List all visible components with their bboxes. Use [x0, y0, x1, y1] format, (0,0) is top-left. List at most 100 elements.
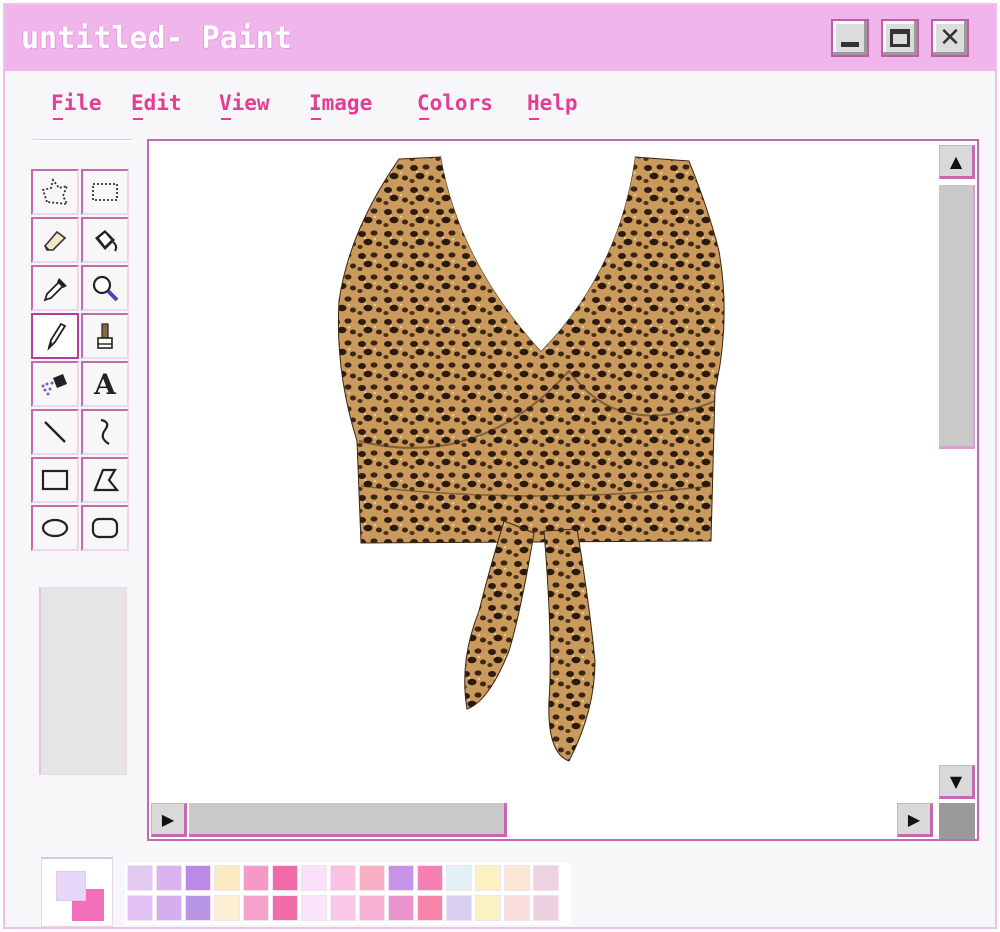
ellipse-icon [41, 518, 69, 538]
minimize-button[interactable] [831, 19, 869, 57]
menu-help[interactable]: Help [527, 91, 578, 120]
color-swatch[interactable] [446, 895, 472, 921]
close-button[interactable]: ✕ [931, 19, 969, 57]
tool-polygon[interactable] [81, 457, 129, 503]
color-swatch[interactable] [533, 895, 559, 921]
scrollbar-corner [939, 803, 975, 839]
menu-image[interactable]: Image [309, 91, 372, 120]
color-swatch[interactable] [156, 865, 182, 891]
current-colors[interactable] [41, 857, 113, 927]
minimize-icon [841, 41, 859, 47]
color-swatch[interactable] [504, 865, 530, 891]
foreground-color-swatch[interactable] [56, 871, 86, 901]
tool-pencil[interactable] [31, 313, 79, 359]
rectangle-icon [41, 469, 69, 491]
color-swatch[interactable] [330, 895, 356, 921]
tool-options-panel[interactable] [39, 587, 127, 775]
window-title: untitled- Paint [21, 21, 292, 56]
tool-line[interactable] [31, 409, 79, 455]
maximize-button[interactable] [881, 19, 919, 57]
color-swatch[interactable] [330, 865, 356, 891]
brush-icon [97, 323, 113, 349]
vertical-scrollbar[interactable]: ▲ ▼ [937, 141, 977, 803]
arrow-left-icon: ▶ [161, 809, 175, 829]
color-swatch[interactable] [417, 895, 443, 921]
color-swatch[interactable] [185, 895, 211, 921]
maximize-icon [890, 29, 910, 47]
color-swatch[interactable] [127, 895, 153, 921]
color-swatch[interactable] [185, 865, 211, 891]
scroll-down-button[interactable]: ▼ [939, 765, 975, 799]
tool-free-form-select[interactable] [31, 169, 79, 215]
canvas-frame: ▲ ▼ ▶ ▶ [147, 139, 979, 841]
color-swatch[interactable] [359, 865, 385, 891]
scroll-left-button[interactable]: ▶ [151, 803, 187, 837]
line-icon [44, 421, 66, 443]
color-swatch[interactable] [475, 895, 501, 921]
color-swatch[interactable] [214, 865, 240, 891]
tool-airbrush[interactable] [31, 361, 79, 407]
rectangle-select-icon [92, 183, 118, 201]
color-picker-icon [43, 278, 67, 302]
scroll-right-button[interactable]: ▶ [897, 803, 933, 837]
pencil-icon [47, 322, 67, 351]
scroll-up-button[interactable]: ▲ [939, 145, 975, 179]
tool-ellipse[interactable] [31, 505, 79, 551]
close-icon: ✕ [939, 23, 961, 53]
color-swatch[interactable] [417, 865, 443, 891]
tool-fill[interactable] [81, 217, 129, 263]
eraser-icon [44, 230, 67, 251]
color-palette [41, 857, 571, 927]
fill-bucket-icon [95, 230, 118, 252]
arrow-right-icon: ▶ [907, 809, 921, 829]
color-swatch[interactable] [272, 895, 298, 921]
color-swatch[interactable] [127, 865, 153, 891]
menu-view[interactable]: View [219, 91, 270, 120]
color-swatch[interactable] [359, 895, 385, 921]
tool-rectangle-select[interactable] [81, 169, 129, 215]
color-swatch[interactable] [272, 865, 298, 891]
title-bar[interactable]: untitled- Paint ✕ [5, 5, 995, 71]
tool-curve[interactable] [81, 409, 129, 455]
text-icon: A [94, 367, 116, 401]
menu-edit[interactable]: Edit [131, 91, 182, 120]
arrow-up-icon: ▲ [949, 151, 963, 171]
color-swatch[interactable] [243, 895, 269, 921]
polygon-icon [93, 468, 120, 492]
tool-text[interactable]: A [81, 361, 129, 407]
menu-file[interactable]: File [51, 91, 102, 120]
curve-icon [100, 418, 110, 445]
horizontal-scrollbar[interactable]: ▶ ▶ [149, 801, 937, 839]
color-swatch[interactable] [388, 895, 414, 921]
color-swatch[interactable] [504, 895, 530, 921]
color-swatch[interactable] [475, 865, 501, 891]
horizontal-scroll-thumb[interactable] [189, 803, 507, 837]
menu-colors[interactable]: Colors [417, 91, 493, 120]
tool-brush[interactable] [81, 313, 129, 359]
toolbox: A [31, 169, 133, 559]
magnifier-icon [92, 275, 119, 302]
color-swatch[interactable] [388, 865, 414, 891]
color-swatch[interactable] [156, 895, 182, 921]
drawing-canvas[interactable] [149, 141, 937, 801]
rounded-rectangle-icon [91, 517, 119, 539]
tool-rounded-rectangle[interactable] [81, 505, 129, 551]
arrow-down-icon: ▼ [949, 771, 963, 791]
menu-bar: File Edit View Image Colors Help [5, 85, 995, 125]
leopard-top-image [337, 156, 725, 762]
tool-color-picker[interactable] [31, 265, 79, 311]
tool-eraser[interactable] [31, 217, 79, 263]
color-swatch[interactable] [214, 895, 240, 921]
airbrush-icon [41, 374, 67, 396]
paint-window: untitled- Paint ✕ File Edit View Image C… [3, 3, 997, 929]
color-swatch[interactable] [446, 865, 472, 891]
vertical-scroll-thumb[interactable] [939, 185, 975, 449]
color-swatch[interactable] [301, 895, 327, 921]
color-swatch[interactable] [301, 865, 327, 891]
tool-magnifier[interactable] [81, 265, 129, 311]
palette-swatches [125, 863, 571, 925]
tool-rectangle[interactable] [31, 457, 79, 503]
color-swatch[interactable] [243, 865, 269, 891]
color-swatch[interactable] [533, 865, 559, 891]
toolbox-divider [33, 139, 133, 142]
